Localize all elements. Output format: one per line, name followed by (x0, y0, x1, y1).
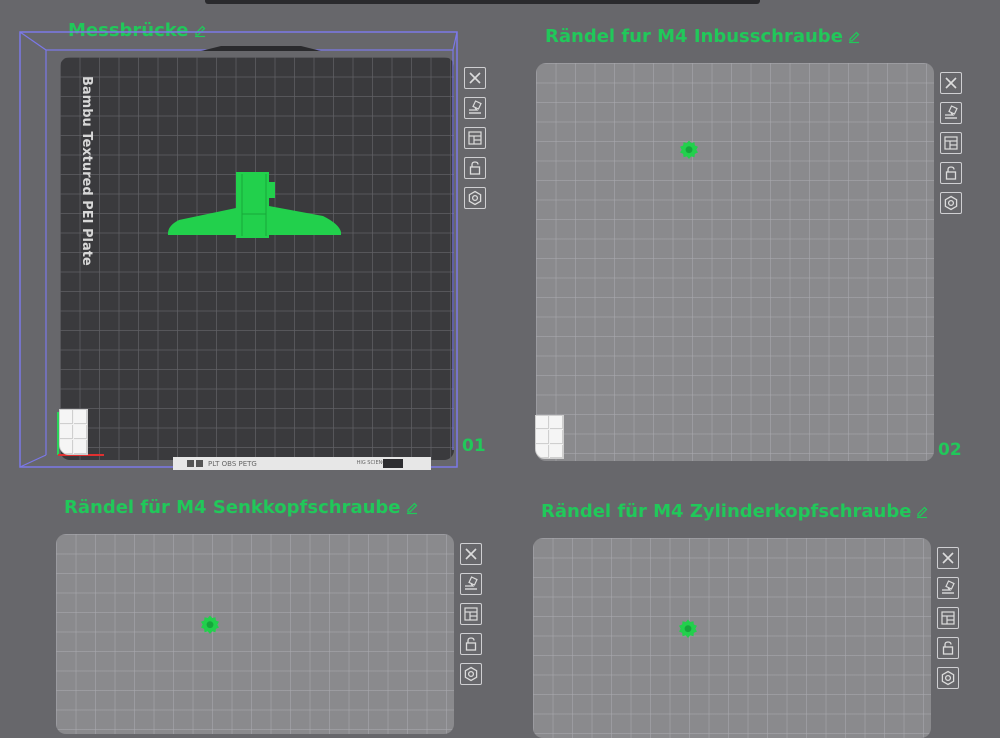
plate-toolbar-2 (940, 72, 962, 214)
pencil-icon[interactable] (847, 30, 861, 44)
auto-orient-icon[interactable] (940, 102, 962, 124)
arrange-icon[interactable] (937, 607, 959, 629)
close-icon[interactable] (464, 67, 486, 89)
plate-toolbar-4 (937, 547, 959, 689)
plate-name: Rändel fur M4 Inbusschraube (545, 26, 843, 47)
grid-icon (187, 460, 194, 467)
arrange-icon[interactable] (464, 127, 486, 149)
selection-bounding-box (19, 31, 458, 468)
auto-orient-icon[interactable] (460, 573, 482, 595)
model-raendel-2[interactable] (679, 140, 699, 160)
settings-icon[interactable] (937, 667, 959, 689)
pencil-icon[interactable] (915, 505, 929, 519)
auto-orient-icon[interactable] (464, 97, 486, 119)
plate-number-1: 01 (462, 436, 486, 456)
plate-title-3[interactable]: Rändel für M4 Senkkopfschraube (64, 497, 419, 518)
plate-name: Rändel für M4 Zylinderkopfschraube (541, 501, 912, 522)
lock-icon[interactable] (940, 162, 962, 184)
frame-icon (196, 460, 203, 467)
filament-text: PLT OBS PETG (208, 459, 257, 468)
model-raendel-4[interactable] (678, 619, 698, 639)
plate-number-2: 02 (938, 440, 962, 460)
plate-name: Rändel für M4 Senkkopfschraube (64, 497, 401, 518)
plate-badge (383, 459, 403, 468)
settings-icon[interactable] (940, 192, 962, 214)
pencil-icon[interactable] (405, 501, 419, 515)
arrange-icon[interactable] (940, 132, 962, 154)
plate-toolbar-3 (460, 543, 482, 685)
plate-toolbar-1 (464, 67, 486, 209)
model-raendel-3[interactable] (200, 615, 220, 635)
plate-status-strip: PLT OBS PETG HIG SCIENCE (173, 457, 431, 470)
settings-icon[interactable] (464, 187, 486, 209)
plate-origin-tile (59, 409, 88, 455)
lock-icon[interactable] (464, 157, 486, 179)
arrange-icon[interactable] (460, 603, 482, 625)
build-plate-4[interactable] (533, 538, 931, 738)
close-icon[interactable] (940, 72, 962, 94)
close-icon[interactable] (937, 547, 959, 569)
top-toolbar-edge (205, 0, 760, 4)
build-plate-3[interactable] (56, 534, 454, 734)
build-plate-2[interactable] (536, 63, 934, 461)
settings-icon[interactable] (460, 663, 482, 685)
auto-orient-icon[interactable] (937, 577, 959, 599)
plate-title-2[interactable]: Rändel fur M4 Inbusschraube (545, 26, 861, 47)
plate-title-4[interactable]: Rändel für M4 Zylinderkopfschraube (541, 501, 929, 522)
plate-origin-tile (535, 415, 564, 459)
lock-icon[interactable] (937, 637, 959, 659)
close-icon[interactable] (460, 543, 482, 565)
lock-icon[interactable] (460, 633, 482, 655)
